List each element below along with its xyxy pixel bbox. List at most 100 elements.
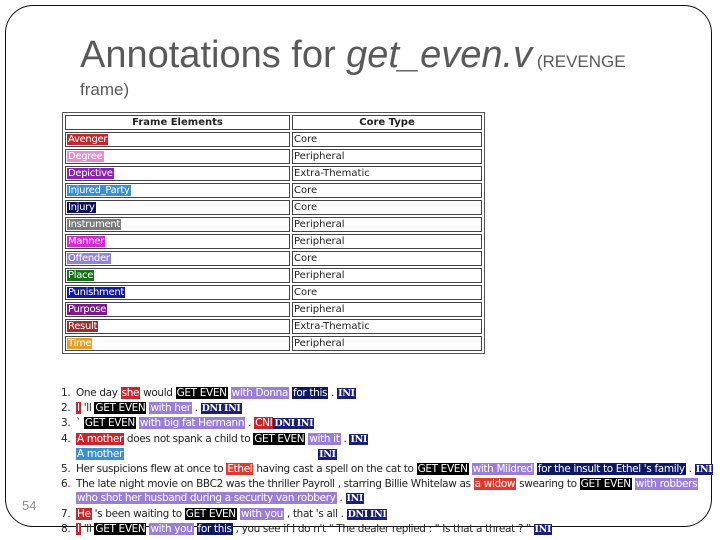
table-row: Time Peripheral (65, 336, 482, 351)
core-type-cell: Core (292, 285, 482, 300)
target-verb-span: GET EVEN (175, 387, 228, 399)
plain-text: 'll (80, 522, 95, 535)
target-verb-span: GET EVEN (253, 432, 306, 445)
core-type-cell: Peripheral (292, 217, 482, 232)
plain-text: Her suspicions flew at once to (76, 463, 227, 476)
plain-text: 's been waiting to (91, 507, 185, 520)
target-verb-span: GET EVEN (184, 507, 237, 520)
plain-text: ` (76, 417, 84, 430)
table-row: Injured_Party Core (65, 183, 482, 198)
core-type-cell: Peripheral (292, 302, 482, 317)
null-instantiation-tag: INI (349, 433, 368, 445)
plain-text: 'll (80, 402, 95, 415)
frame-elements-table: Frame Elements Core Type Avenger Core Degr… (62, 112, 485, 354)
offender-span: with Mildred (471, 463, 534, 476)
table-row: Injury Core (65, 200, 482, 215)
slide-subtitle: frame) (80, 80, 130, 99)
sentence-text: He 's been waiting to GET EVEN with you … (76, 507, 711, 522)
frame-element-label: Purpose (67, 304, 108, 315)
frame-element-label: Degree (67, 151, 104, 162)
frame-element-label: Time (67, 338, 93, 349)
offender-span: with it (308, 432, 341, 445)
frame-element-cell: Manner (65, 234, 290, 249)
punishment-span: for this (292, 387, 329, 399)
table-row: Depictive Extra-Thematic (65, 166, 482, 181)
plain-text: . (685, 463, 695, 476)
sentence-number: 6. (61, 478, 71, 491)
frame-element-cell: Injury (65, 200, 290, 215)
punishment-span: for this (196, 522, 233, 535)
frame-element-label: Result (67, 321, 99, 332)
sentence-continuation: who shot her husband during a security v… (61, 491, 711, 506)
frame-element-label: Instrument (67, 219, 122, 230)
injured-party-span: A mother (76, 447, 124, 460)
title-main: Annotations for (80, 34, 347, 76)
sentence-text: One day she would GET EVEN with Donna fo… (76, 386, 711, 401)
avenger-span: A mother (76, 432, 124, 445)
plain-text: , you see if I do n't " The dealer repli… (232, 522, 534, 535)
punishment-span: for the insult to Ethel 's family (536, 463, 686, 476)
table-header-row: Frame Elements Core Type (65, 115, 482, 130)
sentence-number: 4. (61, 432, 71, 445)
sentence-item: 4. A mother does not spank a child to GET… (61, 432, 711, 447)
frame-element-label: Offender (67, 253, 111, 264)
sentence-item: 5. Her suspicions flew at once to Ethel h… (61, 462, 714, 477)
frame-element-label: Avenger (67, 134, 109, 145)
table-row: Manner Peripheral (65, 234, 482, 249)
null-instantiation-tag: INI (337, 388, 356, 399)
sentence-text: ` GET EVEN with big fat Hermann . CNI DNI… (76, 416, 711, 431)
frame-element-cell: Punishment (65, 285, 290, 300)
sentence-text: A mother does not spank a child to GET E… (76, 432, 711, 447)
sentence-item: 8. I 'll GET EVEN with you for this , you… (61, 522, 711, 537)
sentence-item: 1. One day she would GET EVEN with Donna … (61, 386, 711, 401)
plain-text: swearing to (516, 478, 580, 491)
annotated-sentences-list: 1. One day she would GET EVEN with Donna … (61, 386, 714, 537)
frame-element-cell: Depictive (65, 166, 290, 181)
null-instantiation-tag: INI (368, 508, 388, 520)
null-instantiation-tag: DNI (200, 403, 223, 415)
plain-text: One day (76, 387, 121, 399)
frame-element-cell: Result (65, 319, 290, 334)
table-row: Degree Peripheral (65, 149, 482, 164)
plain-text: The late night movie on BBC2 was the thr… (76, 478, 474, 491)
table-row: Place Peripheral (65, 268, 482, 283)
plain-text: , that 's all . (283, 507, 347, 520)
null-instantiation-tag: DNI (346, 508, 369, 520)
plain-text: having cast a spell on the cat to (253, 463, 417, 476)
core-type-cell: Peripheral (292, 149, 482, 164)
sentence-text: The late night movie on BBC2 was the thr… (76, 477, 711, 491)
sentence-text: Her suspicions flew at once to Ethel hav… (76, 462, 714, 477)
table-row: Punishment Core (65, 285, 482, 300)
avenger-span: a widow (473, 478, 517, 491)
sentence-item: 3. ` GET EVEN with big fat Hermann . CNI D… (61, 416, 711, 431)
avenger-span: Ethel (226, 463, 254, 476)
sentence-text: who shot her husband during a security v… (76, 492, 365, 505)
table-row: Offender Core (65, 251, 482, 266)
frame-element-label: Manner (67, 236, 105, 247)
core-type-cell: Peripheral (292, 234, 482, 249)
core-type-cell: Core (292, 132, 482, 147)
frame-element-cell: Offender (65, 251, 290, 266)
target-verb-span: GET EVEN (83, 417, 136, 430)
table-row: Result Extra-Thematic (65, 319, 482, 334)
core-type-cell: Core (292, 251, 482, 266)
header-frame-elements: Frame Elements (65, 115, 290, 130)
offender-span: with robbers (634, 478, 699, 491)
table-row: Instrument Peripheral (65, 217, 482, 232)
plain-text (124, 448, 318, 460)
avenger-span: CNI (254, 417, 274, 430)
null-instantiation-tag: INI (533, 523, 553, 535)
core-type-cell: Peripheral (292, 268, 482, 283)
frame-element-label: Injury (67, 202, 96, 213)
null-instantiation-tag: DNI (273, 418, 296, 430)
offender-span: who shot her husband during a security v… (76, 492, 337, 505)
frame-element-label: Injured_Party (67, 185, 131, 196)
core-type-cell: Extra-Thematic (292, 319, 482, 334)
null-instantiation-tag: INI (318, 448, 337, 460)
plain-text: would (140, 387, 176, 399)
avenger-span: she (120, 387, 141, 399)
title-verb: get_even.v (346, 34, 533, 76)
null-instantiation-tag: INI (222, 403, 242, 415)
frame-element-cell: Degree (65, 149, 290, 164)
offender-span: with big fat Hermann (138, 417, 246, 430)
